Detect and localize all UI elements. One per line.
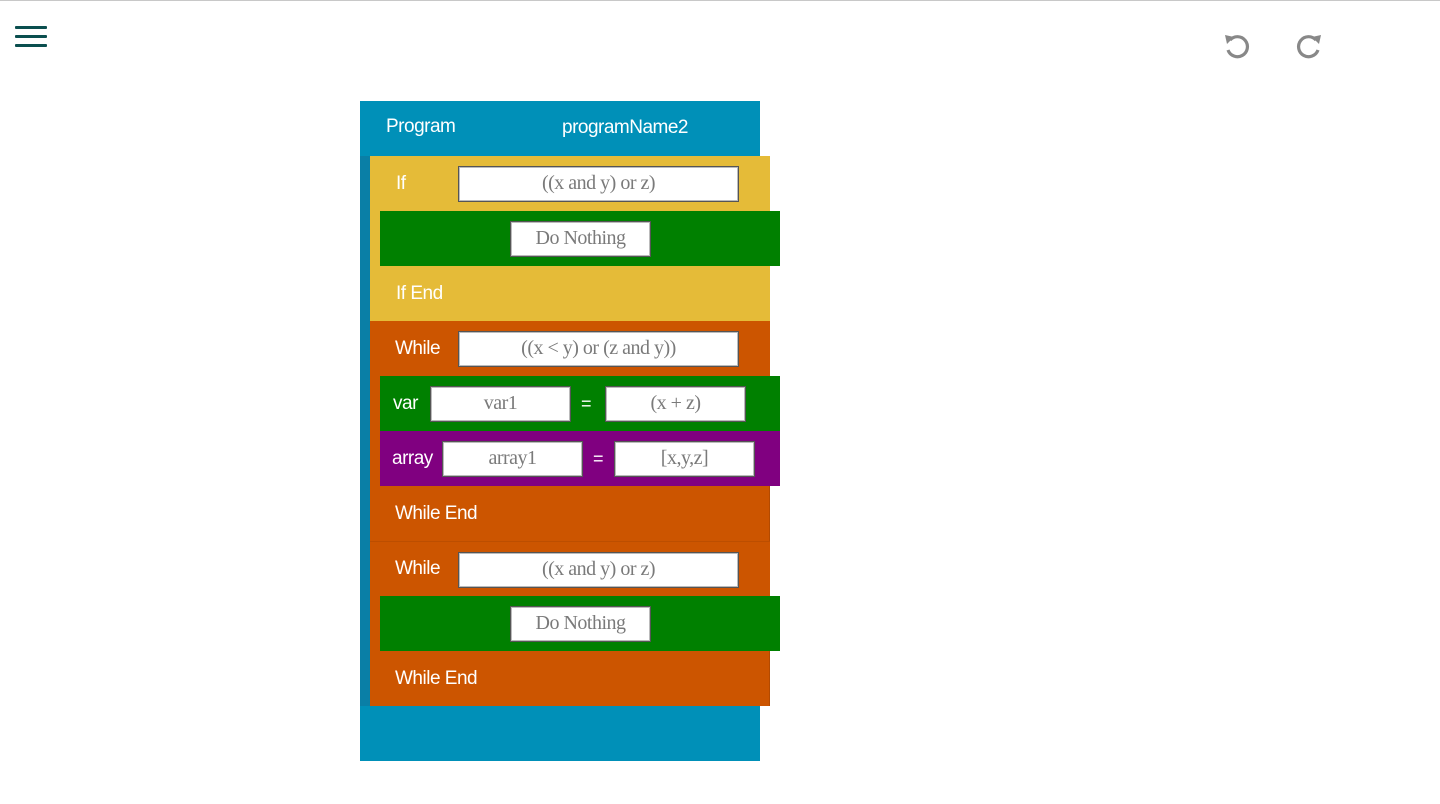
while-block[interactable]: While ((x < y) or (z and y)) [370,321,770,376]
while-block-2[interactable]: While ((x and y) or z) [370,541,770,596]
if-end-label: If End [396,282,443,304]
array-equals: = [593,448,604,468]
array-label: array [392,447,433,469]
top-border [0,0,1440,1]
var-value-input[interactable]: (x + z) [605,386,746,422]
while-spine [370,376,380,486]
do-nothing-block-2[interactable]: Do Nothing [380,596,780,651]
if-spine [370,211,380,266]
if-end-block[interactable]: If End [370,266,770,321]
array-value-input[interactable]: [x,y,z] [614,441,755,477]
while-condition-input-2[interactable]: ((x and y) or z) [458,552,739,588]
array-block[interactable]: array array1 = [x,y,z] [380,431,780,486]
while-label-2: While [395,558,441,579]
program-name[interactable]: programName2 [562,117,689,139]
var-block[interactable]: var var1 = (x + z) [380,376,780,431]
program-spine [360,156,370,706]
var-equals: = [581,393,592,413]
while-end-label: While End [395,502,478,524]
undo-icon[interactable] [1221,30,1253,62]
program-label: Program [386,116,456,137]
do-nothing-field[interactable]: Do Nothing [510,221,651,257]
while-end-block-2[interactable]: While End [370,651,770,706]
if-block[interactable]: If ((x and y) or z) [370,156,770,211]
do-nothing-block[interactable]: Do Nothing [380,211,780,266]
while-end-label-2: While End [395,667,478,689]
while-label: While [395,337,441,359]
while-end-block[interactable]: While End [370,486,770,541]
do-nothing-field-2[interactable]: Do Nothing [510,606,651,642]
redo-icon[interactable] [1293,30,1325,62]
if-label: If [396,172,406,194]
var-name-input[interactable]: var1 [430,386,571,422]
while-spine-2 [370,596,380,651]
while-condition-input[interactable]: ((x < y) or (z and y)) [458,331,739,367]
array-name-input[interactable]: array1 [442,441,583,477]
hamburger-menu-icon[interactable] [15,26,47,48]
if-condition-input[interactable]: ((x and y) or z) [458,166,739,202]
var-label: var [393,392,418,414]
